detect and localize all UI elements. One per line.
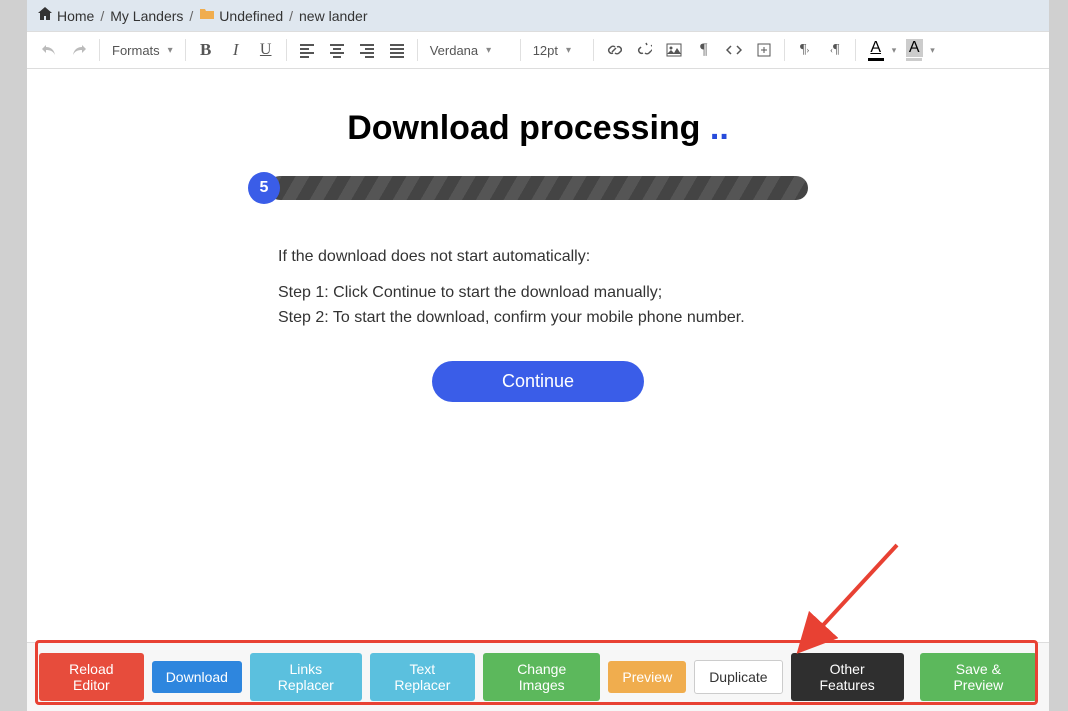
reload-editor-button[interactable]: Reload Editor bbox=[39, 653, 144, 701]
download-button[interactable]: Download bbox=[152, 661, 242, 693]
italic-button[interactable]: I bbox=[222, 35, 250, 65]
align-left-button[interactable] bbox=[293, 35, 321, 65]
text-color-button[interactable]: A ▾ bbox=[862, 35, 899, 65]
link-button[interactable] bbox=[600, 35, 628, 65]
toolbar-sep bbox=[593, 39, 594, 61]
align-justify-button[interactable] bbox=[383, 35, 411, 65]
align-right-button[interactable] bbox=[353, 35, 381, 65]
duplicate-button[interactable]: Duplicate bbox=[694, 660, 782, 694]
formats-select[interactable]: Formats bbox=[106, 35, 179, 65]
unlink-button[interactable] bbox=[630, 35, 658, 65]
fontsize-select[interactable]: 12pt bbox=[527, 35, 587, 65]
toolbar-sep bbox=[286, 39, 287, 61]
undo-button[interactable] bbox=[35, 35, 63, 65]
toolbar-sep bbox=[520, 39, 521, 61]
editor-app: Home / My Landers / Undefined / new land… bbox=[27, 0, 1049, 711]
breadcrumb-home[interactable]: Home bbox=[57, 8, 94, 24]
paragraph-button[interactable]: ¶ bbox=[690, 35, 718, 65]
breadcrumb-current: new lander bbox=[299, 8, 368, 24]
breadcrumb-undefined[interactable]: Undefined bbox=[219, 8, 283, 24]
insert-button[interactable] bbox=[750, 35, 778, 65]
continue-button[interactable]: Continue bbox=[432, 361, 644, 402]
steps-text: Step 1: Click Continue to start the down… bbox=[278, 280, 818, 331]
bold-button[interactable]: B bbox=[192, 35, 220, 65]
breadcrumb-sep: / bbox=[189, 8, 193, 24]
breadcrumb-sep: / bbox=[100, 8, 104, 24]
code-button[interactable] bbox=[720, 35, 748, 65]
underline-button[interactable]: U bbox=[252, 35, 280, 65]
font-select[interactable]: Verdana bbox=[424, 35, 514, 65]
title-dots: .. bbox=[710, 109, 729, 147]
links-replacer-button[interactable]: Links Replacer bbox=[250, 653, 362, 701]
editor-canvas[interactable]: Download processing .. 5 If the download… bbox=[27, 69, 1049, 642]
lander-title: Download processing .. bbox=[258, 109, 818, 148]
toolbar-sep bbox=[784, 39, 785, 61]
progress-badge: 5 bbox=[248, 172, 280, 204]
toolbar-sep bbox=[855, 39, 856, 61]
preview-button[interactable]: Preview bbox=[608, 661, 686, 693]
text-replacer-button[interactable]: Text Replacer bbox=[370, 653, 475, 701]
align-center-button[interactable] bbox=[323, 35, 351, 65]
intro-text: If the download does not start automatic… bbox=[278, 244, 818, 270]
image-button[interactable] bbox=[660, 35, 688, 65]
folder-icon bbox=[199, 6, 215, 25]
breadcrumb-mylanders[interactable]: My Landers bbox=[110, 8, 183, 24]
toolbar-sep bbox=[417, 39, 418, 61]
redo-button[interactable] bbox=[65, 35, 93, 65]
step1: Step 1: Click Continue to start the down… bbox=[278, 284, 662, 301]
change-images-button[interactable]: Change Images bbox=[483, 653, 600, 701]
progress-bar-wrap: 5 bbox=[248, 172, 808, 204]
ltr-button[interactable]: ¶› bbox=[791, 35, 819, 65]
toolbar-sep bbox=[185, 39, 186, 61]
footer-toolbar: Reload Editor Download Links Replacer Te… bbox=[27, 642, 1049, 711]
save-preview-button[interactable]: Save & Preview bbox=[920, 653, 1037, 701]
toolbar-sep bbox=[99, 39, 100, 61]
progress-bar bbox=[268, 176, 808, 200]
editor-toolbar: Formats B I U Verdana 12pt ¶ ¶› ‹¶ A ▾ A… bbox=[27, 31, 1049, 69]
breadcrumb-sep: / bbox=[289, 8, 293, 24]
other-features-button[interactable]: Other Features bbox=[791, 653, 904, 701]
home-icon bbox=[37, 6, 53, 25]
breadcrumb: Home / My Landers / Undefined / new land… bbox=[27, 0, 1049, 31]
step2: Step 2: To start the download, confirm y… bbox=[278, 309, 745, 326]
lander-content: Download processing .. 5 If the download… bbox=[258, 109, 818, 402]
rtl-button[interactable]: ‹¶ bbox=[821, 35, 849, 65]
lander-body: If the download does not start automatic… bbox=[278, 244, 818, 331]
title-text: Download processing bbox=[347, 109, 710, 147]
bg-color-button[interactable]: A ▾ bbox=[900, 35, 937, 65]
